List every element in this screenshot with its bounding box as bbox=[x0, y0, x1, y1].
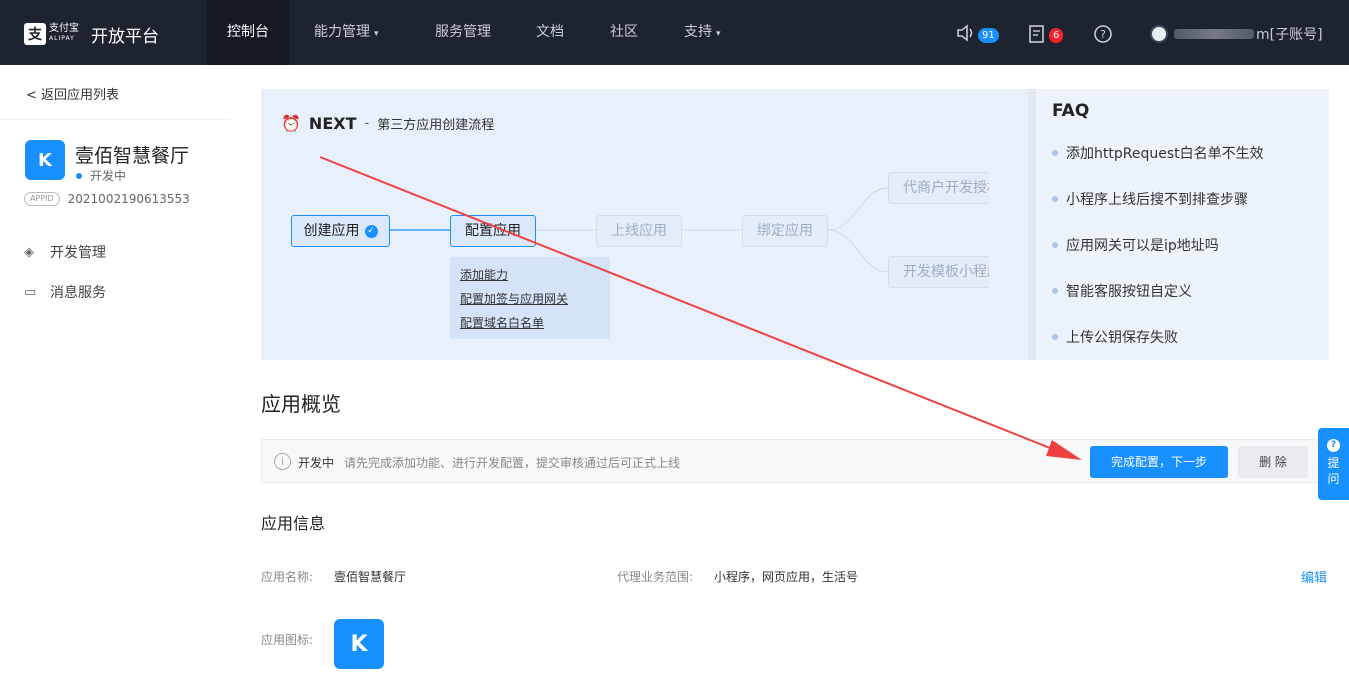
delete-button[interactable]: 删 除 bbox=[1238, 446, 1308, 478]
overview-title: 应用概览 bbox=[261, 392, 341, 416]
layers-icon: ◈ bbox=[24, 244, 34, 260]
faq-title: FAQ bbox=[1052, 101, 1090, 121]
faq-item[interactable]: 小程序上线后搜不到排查步骤 bbox=[1052, 189, 1248, 209]
chevron-down-icon: ▾ bbox=[374, 29, 379, 39]
chevron-down-icon: ▾ bbox=[716, 29, 721, 39]
scope-label: 代理业务范围: bbox=[617, 570, 694, 584]
divider bbox=[0, 119, 231, 120]
appid-tag: APPID bbox=[24, 192, 60, 206]
monitor-icon: ▭ bbox=[24, 284, 37, 300]
top-nav: 支 支付宝 ALIPAY 开放平台 控制台 能力管理 ▾ 服务管理 文档 社区 支… bbox=[0, 0, 1349, 65]
status-tip: 请先完成添加功能、进行开发配置，提交审核通过后可正式上线 bbox=[344, 456, 681, 470]
nav-console[interactable]: 控制台 bbox=[207, 0, 289, 65]
app-name-label: 应用名称: bbox=[261, 570, 314, 584]
ask-question-button[interactable]: ? 提问 bbox=[1318, 428, 1349, 500]
config-sublinks: 添加能力 配置加签与应用网关 配置域名白名单 bbox=[450, 257, 610, 339]
link-config-signature-gateway[interactable]: 配置加签与应用网关 bbox=[460, 290, 568, 307]
step-create-app[interactable]: 创建应用 ✓ bbox=[291, 215, 390, 247]
alipay-logo-icon: 支 bbox=[24, 23, 46, 45]
app-icon-label: 应用图标: bbox=[261, 633, 314, 647]
nav-community[interactable]: 社区 bbox=[610, 0, 638, 65]
platform-title: 开放平台 bbox=[91, 26, 159, 47]
app-info-title: 应用信息 bbox=[261, 514, 326, 533]
logo-sub: ALIPAY bbox=[49, 35, 75, 42]
faq-item[interactable]: 上传公钥保存失败 bbox=[1052, 327, 1178, 347]
alipay-logo[interactable]: 支 支付宝 ALIPAY 开放平台 bbox=[24, 22, 159, 47]
back-to-app-list-link[interactable]: < 返回应用列表 bbox=[26, 84, 119, 103]
main-content: ⏰ NEXT - 第三方应用创建流程 创建应用 ✓ 配置应用 上线应用 绑定应用 … bbox=[231, 65, 1349, 683]
faq-item[interactable]: 添加httpRequest白名单不生效 bbox=[1052, 143, 1264, 163]
nav-docs[interactable]: 文档 bbox=[536, 0, 564, 65]
faq-panel: FAQ 添加httpRequest白名单不生效 小程序上线后搜不到排查步骤 应用… bbox=[1028, 89, 1329, 360]
sidebar-item-message-service[interactable]: ▭ 消息服务 bbox=[24, 282, 106, 302]
speaker-icon[interactable] bbox=[956, 24, 976, 42]
task-badge: 6 bbox=[1049, 28, 1064, 43]
nav-capability[interactable]: 能力管理 ▾ bbox=[314, 0, 379, 65]
app-icon-image: K bbox=[334, 619, 384, 669]
sidebar: < 返回应用列表 K 壹佰智慧餐厅 开发中 APPID 202100219061… bbox=[0, 65, 231, 683]
blurred-account-name bbox=[1174, 29, 1254, 39]
check-icon: ✓ bbox=[364, 224, 378, 238]
help-icon[interactable]: ? bbox=[1093, 24, 1113, 44]
app-logo-icon: K bbox=[25, 140, 65, 180]
status-dot bbox=[76, 172, 82, 179]
link-config-domain-whitelist[interactable]: 配置域名白名单 bbox=[460, 314, 544, 331]
question-icon: ? bbox=[1327, 439, 1340, 452]
complete-config-next-button[interactable]: 完成配置，下一步 bbox=[1090, 446, 1228, 478]
app-status: 开发中 bbox=[76, 167, 126, 184]
appid-row: APPID 2021002190613553 bbox=[24, 192, 190, 206]
avatar bbox=[1150, 25, 1168, 43]
logo-text: 支付宝 bbox=[49, 23, 79, 34]
faq-item[interactable]: 智能客服按钮自定义 bbox=[1052, 281, 1192, 301]
edit-link[interactable]: 编辑 bbox=[1301, 567, 1327, 586]
nav-service[interactable]: 服务管理 bbox=[435, 0, 491, 65]
step-bind-app[interactable]: 绑定应用 bbox=[742, 215, 828, 247]
account-suffix: m[子账号] bbox=[1256, 27, 1323, 43]
next-flow-banner: ⏰ NEXT - 第三方应用创建流程 创建应用 ✓ 配置应用 上线应用 绑定应用 … bbox=[261, 89, 1028, 360]
step-config-app[interactable]: 配置应用 bbox=[450, 215, 536, 247]
svg-text:?: ? bbox=[1100, 28, 1106, 41]
step-online-app[interactable]: 上线应用 bbox=[596, 215, 682, 247]
app-name: 壹佰智慧餐厅 bbox=[75, 145, 190, 167]
app-name-value: 壹佰智慧餐厅 bbox=[334, 570, 407, 584]
appid-value: 2021002190613553 bbox=[67, 192, 190, 206]
nav-support[interactable]: 支持 ▾ bbox=[684, 0, 721, 65]
status-bar: i 开发中 请先完成添加功能、进行开发配置，提交审核通过后可正式上线 完成配置，… bbox=[261, 439, 1329, 483]
sidebar-item-dev-manage[interactable]: ◈ 开发管理 bbox=[24, 242, 106, 262]
step-merchant-auth[interactable]: 代商户开发授权 bbox=[888, 172, 989, 204]
notify-badge: 91 bbox=[978, 28, 999, 43]
link-add-capability[interactable]: 添加能力 bbox=[460, 266, 508, 283]
task-list-icon[interactable] bbox=[1028, 24, 1048, 44]
info-icon: i bbox=[274, 453, 291, 470]
scope-value: 小程序，网页应用，生活号 bbox=[714, 570, 859, 584]
faq-item[interactable]: 应用网关可以是ip地址吗 bbox=[1052, 235, 1219, 255]
status-text: 开发中 bbox=[298, 456, 335, 470]
user-account[interactable]: m[子账号] bbox=[1150, 24, 1323, 44]
step-template-miniapp[interactable]: 开发模板小程序 bbox=[888, 256, 989, 288]
